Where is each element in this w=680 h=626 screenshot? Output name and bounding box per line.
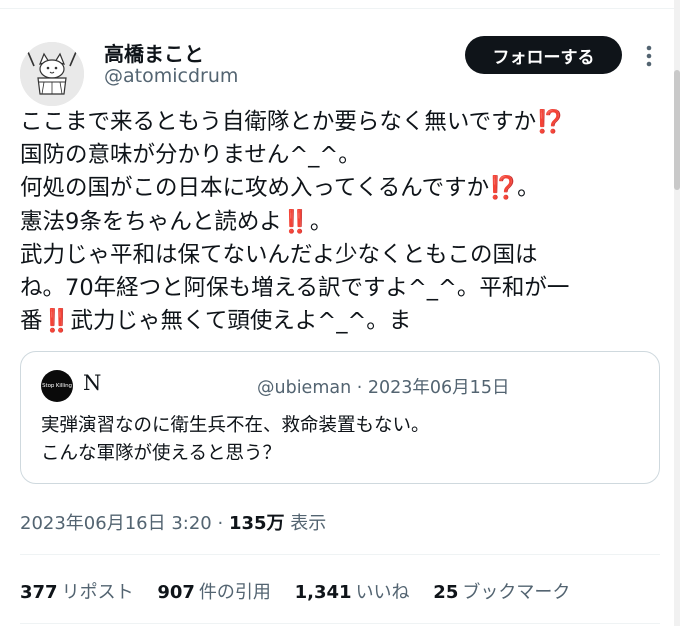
author-name[interactable]: 高橋まこと [104, 38, 204, 67]
reposts-stat[interactable]: 377 リポスト [20, 578, 134, 604]
quoted-author-name[interactable]: N [83, 371, 101, 395]
top-divider [0, 8, 674, 9]
scrollbar-thumb[interactable] [674, 70, 680, 190]
cat-drummer-avatar-icon [20, 42, 84, 106]
author-avatar[interactable] [20, 42, 84, 106]
tweet-meta: 2023年06月16日 3:20 · 135万 表示 [20, 509, 326, 535]
tweet-line: ね。70年経つと阿保も増える訳ですよ^_^。平和が一 [20, 275, 570, 302]
follow-button[interactable]: フォローする [465, 36, 622, 74]
quoted-line: 実弾演習なのに衛生兵不在、救命装置もない。 [41, 415, 430, 436]
engagement-stats: 377 リポスト 907 件の引用 1,341 いいね 25 ブックマーク [20, 578, 588, 604]
views-count: 135万 [228, 513, 285, 534]
likes-stat[interactable]: 1,341 いいね [295, 578, 410, 604]
tweet-line: 武力じゃ平和は保てないんだよ少なくともこの国は [20, 241, 538, 268]
quoted-author-avatar[interactable]: Stop Killing [41, 370, 73, 402]
tweet-timestamp[interactable]: 2023年06月16日 3:20 [20, 513, 212, 534]
tweet-text: ここまで来るともう自衛隊とか要らなく無いですか⁉️ 国防の意味が分かりません^_… [20, 106, 665, 338]
quoted-tweet-text: 実弾演習なのに衛生兵不在、救命装置もない。 こんな軍隊が使えると思う？ [41, 412, 430, 468]
quoted-handle-date[interactable]: @ubieman · 2023年06月15日 [257, 374, 509, 399]
tweet-line: 憲法9条をちゃんと読めよ‼️。 [20, 208, 333, 235]
quoted-tweet-card[interactable]: Stop Killing N @ubieman · 2023年06月15日 実弾… [20, 351, 660, 484]
interrobang-emoji-icon: ⁉️ [489, 175, 518, 202]
double-exclamation-emoji-icon: ‼️ [42, 308, 71, 335]
interrobang-emoji-icon: ⁉️ [536, 109, 565, 135]
quoted-avatar-label: Stop Killing [42, 383, 72, 389]
quotes-stat[interactable]: 907 件の引用 [157, 578, 271, 604]
tweet-line: 国防の意味が分かりません^_^。 [20, 142, 361, 169]
tweet-line: 何処の国がこの日本に攻め入ってくるんですか⁉️。 [20, 175, 540, 202]
meta-separator: · [211, 513, 229, 534]
quoted-line: こんな軍隊が使えると思う？ [41, 443, 281, 464]
tweet-line: ここまで来るともう自衛隊とか要らなく無いですか⁉️ [20, 109, 565, 135]
tweet-line: 番‼️武力じゃ無くて頭使えよ^_^。ま [20, 308, 412, 335]
more-options-icon[interactable] [640, 42, 658, 70]
divider [20, 554, 660, 555]
author-handle[interactable]: @atomicdrum [104, 65, 238, 87]
bookmarks-stat[interactable]: 25 ブックマーク [433, 578, 570, 604]
double-exclamation-emoji-icon: ‼️ [281, 208, 310, 235]
views-label: 表示 [290, 513, 327, 534]
divider [20, 623, 660, 624]
